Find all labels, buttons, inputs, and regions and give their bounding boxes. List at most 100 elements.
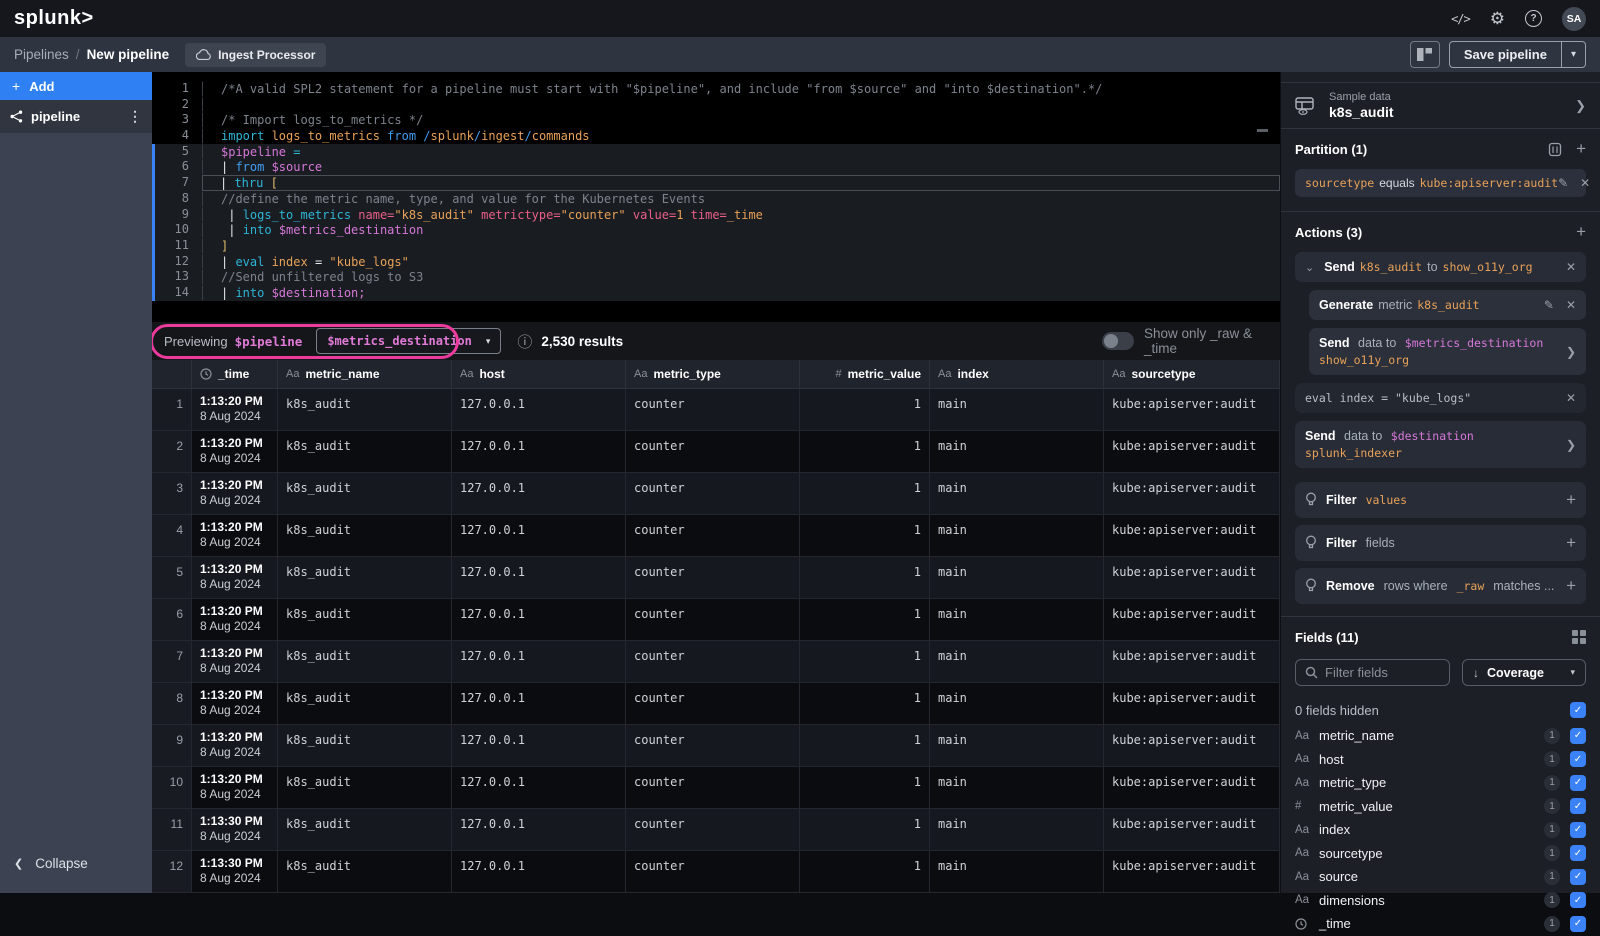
save-pipeline-button[interactable]: Save pipeline <box>1450 42 1561 67</box>
field-checkbox[interactable]: ✓ <box>1570 869 1586 885</box>
breadcrumb-pipelines[interactable]: Pipelines <box>14 47 69 62</box>
add-button[interactable]: + Add <box>0 72 152 100</box>
field-row-dimensions[interactable]: Aadimensions1✓ <box>1295 889 1586 913</box>
table-row[interactable]: 101:13:20 PM8 Aug 2024k8s_audit127.0.0.1… <box>152 767 1280 809</box>
field-checkbox[interactable]: ✓ <box>1570 775 1586 791</box>
table-row[interactable]: 41:13:20 PM8 Aug 2024k8s_audit127.0.0.1c… <box>152 515 1280 557</box>
table-row[interactable]: 21:13:20 PM8 Aug 2024k8s_audit127.0.0.1c… <box>152 431 1280 473</box>
field-row-host[interactable]: Aahost1✓ <box>1295 748 1586 772</box>
sample-data-row[interactable]: Sample data k8s_audit ❯ <box>1281 83 1600 129</box>
column-header-sourcetype[interactable]: Aasourcetype <box>1104 360 1280 388</box>
field-row-sourcetype[interactable]: Aasourcetype1✓ <box>1295 842 1586 866</box>
code-line[interactable]: 4import logs_to_metrics from /splunk/ing… <box>152 128 1280 144</box>
spl2-code-editor[interactable]: 1/*A valid SPL2 statement for a pipeline… <box>152 72 1280 322</box>
field-row-_time[interactable]: _time1✓ <box>1295 912 1586 936</box>
edit-icon[interactable]: ✎ <box>1558 176 1568 190</box>
code-line[interactable]: 13//Send unfiltered logs to S3 <box>152 269 1280 285</box>
action-send-destination-card[interactable]: Send data to $destination splunk_indexer… <box>1295 421 1586 468</box>
code-line[interactable]: 5$pipeline = <box>152 144 1280 160</box>
code-line[interactable]: 1/*A valid SPL2 statement for a pipeline… <box>152 81 1280 97</box>
code-line[interactable]: 12| eval index = "kube_logs" <box>152 254 1280 270</box>
column-header-metric_name[interactable]: Aametric_name <box>278 360 452 388</box>
cell-host: 127.0.0.1 <box>452 725 626 766</box>
layout-toggle-button[interactable] <box>1410 41 1440 68</box>
code-line[interactable]: 11] <box>152 238 1280 254</box>
code-line[interactable]: 3/* Import logs_to_metrics */ <box>152 112 1280 128</box>
table-row[interactable]: 11:13:20 PM8 Aug 2024k8s_audit127.0.0.1c… <box>152 389 1280 431</box>
add-action-icon[interactable]: + <box>1576 222 1586 242</box>
field-row-metric_type[interactable]: Aametric_type1✓ <box>1295 771 1586 795</box>
table-row[interactable]: 61:13:20 PM8 Aug 2024k8s_audit127.0.0.1c… <box>152 599 1280 641</box>
code-line[interactable]: 2 <box>152 97 1280 113</box>
code-line[interactable]: 9 | logs_to_metrics name="k8s_audit" met… <box>152 207 1280 223</box>
line-number: 1 <box>155 81 202 97</box>
table-row[interactable]: 111:13:30 PM8 Aug 2024k8s_audit127.0.0.1… <box>152 809 1280 851</box>
column-header-host[interactable]: Aahost <box>452 360 626 388</box>
code-line[interactable]: 14| into $destination; <box>152 285 1280 301</box>
close-icon[interactable]: ✕ <box>1580 176 1590 190</box>
action-eval-card[interactable]: eval index = "kube_logs" ✕ <box>1295 383 1586 413</box>
code-line[interactable]: 7| thru [ <box>152 175 1280 191</box>
table-row[interactable]: 71:13:20 PM8 Aug 2024k8s_audit127.0.0.1c… <box>152 641 1280 683</box>
show-raw-time-toggle[interactable] <box>1102 332 1134 350</box>
field-checkbox[interactable]: ✓ <box>1570 892 1586 908</box>
avatar[interactable]: SA <box>1562 7 1586 31</box>
suggestion-card[interactable]: Filtervalues+ <box>1295 482 1586 518</box>
select-all-checkbox[interactable]: ✓ <box>1570 702 1586 718</box>
close-icon[interactable]: ✕ <box>1566 298 1576 312</box>
column-header-metric_value[interactable]: #metric_value <box>800 360 930 388</box>
grid-view-icon[interactable] <box>1572 630 1586 644</box>
action-group-send-card[interactable]: ⌄ Send k8s_audit to show_o11y_org ✕ <box>1295 252 1586 282</box>
field-checkbox[interactable]: ✓ <box>1570 751 1586 767</box>
chevron-down-icon[interactable]: ⌄ <box>1305 261 1314 274</box>
close-icon[interactable]: ✕ <box>1566 260 1576 274</box>
code-line[interactable]: 6| from $source <box>152 159 1280 175</box>
coverage-sort-button[interactable]: ↓ Coverage ▾ <box>1462 659 1586 686</box>
cell-host: 127.0.0.1 <box>452 599 626 640</box>
field-checkbox[interactable]: ✓ <box>1570 728 1586 744</box>
table-row[interactable]: 31:13:20 PM8 Aug 2024k8s_audit127.0.0.1c… <box>152 473 1280 515</box>
add-suggestion-icon[interactable]: + <box>1566 533 1576 553</box>
column-header-_time[interactable]: _time <box>192 360 278 388</box>
filter-fields-input[interactable] <box>1325 665 1405 680</box>
help-icon[interactable]: ? <box>1525 10 1542 27</box>
add-suggestion-icon[interactable]: + <box>1566 576 1576 596</box>
table-row[interactable]: 121:13:30 PM8 Aug 2024k8s_audit127.0.0.1… <box>152 851 1280 893</box>
field-row-index[interactable]: Aaindex1✓ <box>1295 818 1586 842</box>
database-icon[interactable] <box>1548 142 1562 157</box>
cell-host: 127.0.0.1 <box>452 389 626 430</box>
add-suggestion-icon[interactable]: + <box>1566 490 1576 510</box>
text-type-icon: Aa <box>938 368 951 380</box>
code-icon[interactable]: </> <box>1451 12 1470 26</box>
column-header-metric_type[interactable]: Aametric_type <box>626 360 800 388</box>
field-row-source[interactable]: Aasource1✓ <box>1295 865 1586 889</box>
collapse-button[interactable]: ❮ Collapse <box>14 856 88 871</box>
partition-chip[interactable]: sourcetype equals kube:apiserver:audit ✎… <box>1295 169 1586 197</box>
action-send-metrics-card[interactable]: Send data to $metrics_destination show_o… <box>1309 328 1586 375</box>
field-checkbox[interactable]: ✓ <box>1570 845 1586 861</box>
suggestion-card[interactable]: Filterfields+ <box>1295 525 1586 561</box>
table-row[interactable]: 91:13:20 PM8 Aug 2024k8s_audit127.0.0.1c… <box>152 725 1280 767</box>
destination-select[interactable]: $metrics_destination ▾ <box>316 328 501 354</box>
code-line[interactable]: 10 | into $metrics_destination <box>152 222 1280 238</box>
save-pipeline-caret[interactable]: ▾ <box>1561 42 1585 67</box>
table-row[interactable]: 51:13:20 PM8 Aug 2024k8s_audit127.0.0.1c… <box>152 557 1280 599</box>
suggestion-card[interactable]: Removerows where_rawmatches ...+ <box>1295 568 1586 604</box>
field-checkbox[interactable]: ✓ <box>1570 916 1586 932</box>
sidebar-item-pipeline[interactable]: pipeline ⋮ <box>0 100 152 133</box>
action-generate-metric-card[interactable]: Generate metric k8s_audit ✎ ✕ <box>1309 290 1586 320</box>
field-row-metric_name[interactable]: Aametric_name1✓ <box>1295 724 1586 748</box>
gear-icon[interactable]: ⚙ <box>1490 9 1505 29</box>
table-row[interactable]: 81:13:20 PM8 Aug 2024k8s_audit127.0.0.1c… <box>152 683 1280 725</box>
add-partition-icon[interactable]: + <box>1576 139 1586 159</box>
code-line[interactable]: 8//define the metric name, type, and val… <box>152 191 1280 207</box>
edit-icon[interactable]: ✎ <box>1544 298 1554 312</box>
kebab-menu-icon[interactable]: ⋮ <box>128 108 142 125</box>
field-checkbox[interactable]: ✓ <box>1570 798 1586 814</box>
info-icon[interactable]: ⓘ <box>517 331 532 352</box>
close-icon[interactable]: ✕ <box>1566 391 1576 405</box>
field-row-metric_value[interactable]: #metric_value1✓ <box>1295 795 1586 819</box>
field-checkbox[interactable]: ✓ <box>1570 822 1586 838</box>
cell-sourcetype: kube:apiserver:audit <box>1104 725 1280 766</box>
column-header-index[interactable]: Aaindex <box>930 360 1104 388</box>
